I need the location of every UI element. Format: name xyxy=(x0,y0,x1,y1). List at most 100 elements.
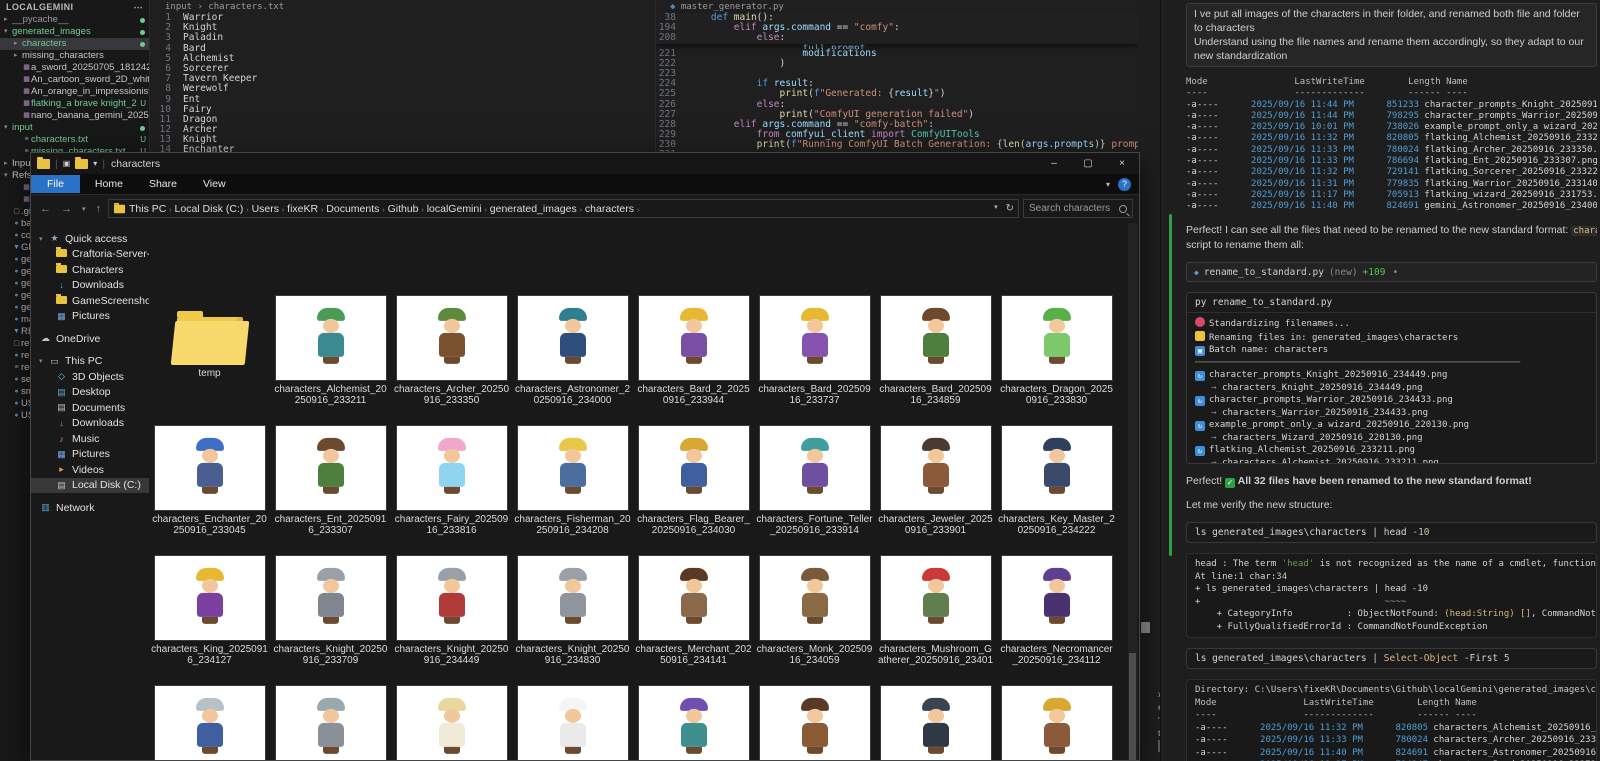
file-item[interactable]: characters_Ent_20250916_233307 xyxy=(270,419,391,549)
nav-videos[interactable]: ▸ Videos xyxy=(31,462,149,478)
nav-onedrive[interactable]: ☁ OneDrive xyxy=(31,331,149,347)
nav-quick-access[interactable]: ▾ ★ Quick access xyxy=(31,231,149,247)
nav-downloads[interactable]: ↓ Downloads xyxy=(31,278,149,294)
breadcrumb-segment[interactable]: localGemini xyxy=(424,203,485,215)
file-item[interactable]: characters_Warrior_20250916_233140 xyxy=(996,679,1117,760)
file-item[interactable]: characters_Jeweler_20250916_233901 xyxy=(875,419,996,549)
file-item[interactable]: characters_Fisherman_20250916_234208 xyxy=(512,419,633,549)
breadcrumb-segment[interactable]: Documents xyxy=(323,203,382,215)
file-item[interactable]: characters_Merchant_20250916_234141 xyxy=(633,549,754,679)
breadcrumb-segment[interactable]: Github xyxy=(385,203,422,215)
tab-file[interactable]: File xyxy=(31,175,80,193)
tree-item-an-orange-in-impressionist-style-20250-[interactable]: ▦An_orange_in_impressionist_style_20250.… xyxy=(0,86,149,98)
nav-documents[interactable]: ▤ Documents xyxy=(31,400,149,416)
address-bar[interactable]: This PC › Local Disk (C:) › Users › fixe… xyxy=(108,199,1019,218)
nav-music[interactable]: ♪ Music xyxy=(31,431,149,447)
recent-locations-icon[interactable]: ▾ xyxy=(79,205,89,213)
properties-icon[interactable]: ▣ xyxy=(63,159,71,168)
command-ls-head[interactable]: ls generated_images\characters | head -1… xyxy=(1186,522,1597,543)
tab-home[interactable]: Home xyxy=(82,175,136,193)
tab-share[interactable]: Share xyxy=(136,175,190,193)
nav-this-pc[interactable]: ▾ ▭ This PC xyxy=(31,354,149,370)
breadcrumb-segment[interactable]: This PC xyxy=(129,203,169,215)
nav-gamescreenshots[interactable]: GameScreenshots xyxy=(31,293,149,309)
file-item[interactable]: characters_Flag_Bearer_20250916_234030 xyxy=(633,419,754,549)
explorer-titlebar[interactable]: | ▣ ▾ | characters – ▢ × xyxy=(31,153,1139,174)
search-input[interactable]: Search characters xyxy=(1023,199,1133,218)
breadcrumb-segment[interactable]: fixeKR xyxy=(284,203,321,215)
minimize-button[interactable]: – xyxy=(1037,153,1071,174)
tree-item-characters[interactable]: ▸ characters xyxy=(0,38,149,50)
folder-item[interactable]: temp xyxy=(149,289,270,419)
more-actions-icon[interactable]: ⋯ xyxy=(134,2,143,12)
nav-local-disk-c-[interactable]: ▤ Local Disk (C:) xyxy=(31,477,149,493)
file-item[interactable]: characters_Paladin_20250916_233722 xyxy=(149,679,270,760)
refresh-icon[interactable]: ↻ xyxy=(1006,203,1014,214)
file-item[interactable]: characters_Knight_20250916_233709 xyxy=(270,549,391,679)
back-button[interactable]: ← xyxy=(37,203,54,215)
tree-item-missing-characters[interactable]: ▸ missing_characters xyxy=(0,50,149,62)
editor-master-generator-py[interactable]: ◆ master_generator.py 38 def main (): 194 … xyxy=(655,0,1138,152)
command-ls-select-object[interactable]: ls generated_images\characters | Select-… xyxy=(1186,648,1597,669)
scrollbar-thumb[interactable] xyxy=(1141,622,1150,633)
nav-characters[interactable]: Characters xyxy=(31,262,149,278)
nav-pictures[interactable]: ▦ Pictures xyxy=(31,309,149,325)
user-message[interactable]: I ve put all images of the characters in… xyxy=(1186,3,1597,67)
customize-toolbar-icon[interactable]: ▾ xyxy=(93,159,97,168)
up-button[interactable]: ↑ xyxy=(93,203,105,215)
explorer-scrollbar[interactable] xyxy=(1128,223,1137,760)
new-folder-icon[interactable] xyxy=(75,156,89,169)
tree-item-input[interactable]: ▾ input xyxy=(0,122,149,134)
tree-item-generated-images[interactable]: ▾ generated_images xyxy=(0,26,149,38)
file-item[interactable]: characters_Key_Master_20250916_234222 xyxy=(996,419,1117,549)
file-item[interactable]: characters_Archer_20250916_233350 xyxy=(391,289,512,419)
help-icon[interactable]: ? xyxy=(1118,177,1131,191)
tree-item-a-sword-20250705-181242-png[interactable]: ▦a_sword_20250705_181242.png xyxy=(0,62,149,74)
file-item[interactable]: characters_Astronomer_20250916_234000 xyxy=(512,289,633,419)
file-item[interactable]: characters_Mushroom_Gatherer_20250916_23… xyxy=(875,549,996,679)
tab-view[interactable]: View xyxy=(190,175,239,193)
tree-item-an-cartoon-sword-2d-white-20250905-[interactable]: ▦An_cartoon_sword_2D_white_20250905_... xyxy=(0,74,149,86)
tree-item-nano-banana-gemini-20250904-181256-[interactable]: ▦nano_banana_gemini_20250904_181256... xyxy=(0,110,149,122)
file-item[interactable]: characters_Priest_20250916_234236 xyxy=(391,679,512,760)
forward-button[interactable]: → xyxy=(58,203,75,215)
file-item[interactable]: characters_Necromancer_20250916_234112 xyxy=(996,549,1117,679)
nav-3d-objects[interactable]: ◇ 3D Objects xyxy=(31,369,149,385)
file-item[interactable]: characters_Royal_Cook_20250916_234156 xyxy=(512,679,633,760)
file-item[interactable]: characters_Paladin_20250916_234844 xyxy=(270,679,391,760)
file-item[interactable]: characters_Bard_20250916_234859 xyxy=(875,289,996,419)
breadcrumb-segment[interactable]: generated_images xyxy=(487,203,580,215)
nav-network[interactable]: ▥ Network xyxy=(31,500,149,516)
nav-downloads[interactable]: ↓ Downloads xyxy=(31,416,149,432)
file-item[interactable]: characters_Knight_20250916_234449 xyxy=(391,549,512,679)
editor-scrollbar-strip[interactable] xyxy=(1138,0,1160,761)
address-dropdown-icon[interactable]: ▾ xyxy=(994,203,998,214)
file-item[interactable]: characters_Fairy_20250916_233816 xyxy=(391,419,512,549)
file-item[interactable]: characters_Bard_2_20250916_233944 xyxy=(633,289,754,419)
nav-craftoria-server-[interactable]: Craftoria-Server-✶ xyxy=(31,247,149,263)
file-item[interactable]: characters_Alchemist_20250916_233211 xyxy=(270,289,391,419)
ribbon-expand-icon[interactable]: ▾ xyxy=(1106,180,1110,189)
tree-item-characters-txt[interactable]: ≡ characters.txt U xyxy=(0,134,149,146)
file-item[interactable]: characters_Enchanter_20250916_233045 xyxy=(149,419,270,549)
file-change-chip[interactable]: ◆ rename_to_standard.py (new) +109 • xyxy=(1186,262,1597,282)
breadcrumb-segment[interactable]: characters xyxy=(582,203,637,215)
close-button[interactable]: × xyxy=(1105,153,1139,174)
nav-desktop[interactable]: ▤ Desktop xyxy=(31,385,149,401)
file-item[interactable]: characters_Monk_20250916_234059 xyxy=(754,549,875,679)
tree-item--pycache-[interactable]: ▸ __pycache__ xyxy=(0,14,149,26)
file-item[interactable]: characters_King_20250916_234127 xyxy=(149,549,270,679)
editor-characters-txt[interactable]: input › characters.txt 1 Warrior 2 Knight 3 P… xyxy=(151,0,655,152)
file-item[interactable]: characters_Tavern_Keeper_20250916_233750 xyxy=(754,679,875,760)
file-item[interactable]: characters_Fortune_Teller_20250916_23391… xyxy=(754,419,875,549)
file-item[interactable]: characters_Dragon_20250916_233830 xyxy=(996,289,1117,419)
file-item[interactable]: characters_Bard_20250916_233737 xyxy=(754,289,875,419)
maximize-button[interactable]: ▢ xyxy=(1071,153,1105,174)
tree-item-flatking-a-brave-knight-20250916-2-[interactable]: ▦flatking_a brave knight_20250916_2...U xyxy=(0,98,149,110)
nav-pictures[interactable]: ▦ Pictures xyxy=(31,447,149,463)
file-item[interactable]: characters_Thief_20250916_234044 xyxy=(875,679,996,760)
file-item[interactable]: characters_Sorcerer_20250916_233225 xyxy=(633,679,754,760)
breadcrumb-segment[interactable]: Users xyxy=(249,203,282,215)
breadcrumb-segment[interactable]: Local Disk (C:) xyxy=(172,203,247,215)
file-item[interactable]: characters_Knight_20250916_234830 xyxy=(512,549,633,679)
